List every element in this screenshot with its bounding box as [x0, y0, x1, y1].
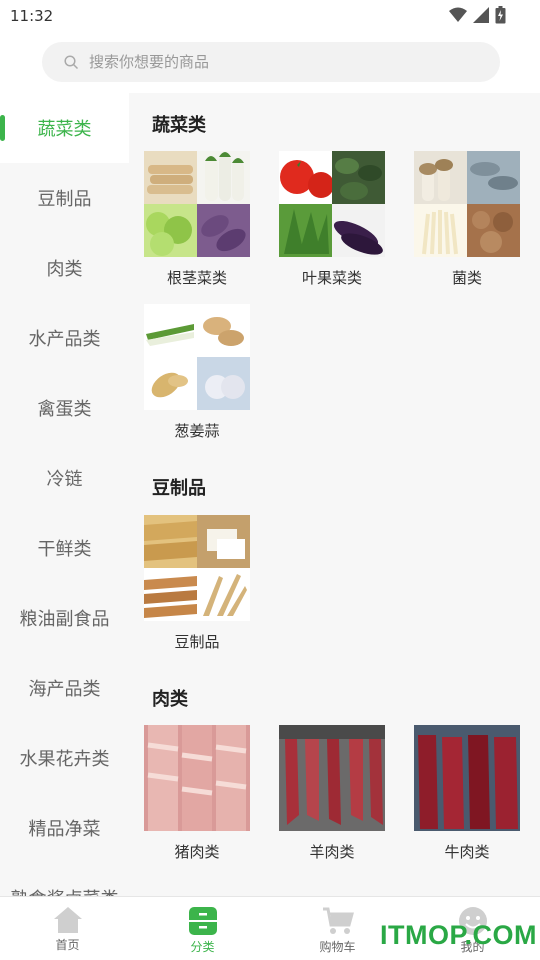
category-label: 根茎菜类 — [166, 269, 227, 287]
sidebar-item-label: 冷链 — [46, 469, 83, 490]
category-thumbnail — [279, 151, 385, 257]
cart-icon — [322, 907, 354, 934]
sidebar-item-poultry-eggs[interactable]: 禽蛋类 — [0, 373, 129, 443]
sidebar-item-label: 干鲜类 — [37, 539, 92, 560]
category-label: 菌类 — [451, 269, 482, 287]
category-thumbnail — [144, 515, 250, 621]
status-bar: 11:32 — [0, 0, 540, 32]
sidebar-item-dried-goods[interactable]: 干鲜类 — [0, 513, 129, 583]
sidebar-item-label: 水果花卉类 — [19, 749, 110, 770]
search-input[interactable] — [89, 53, 469, 71]
sidebar-item-cold-chain[interactable]: 冷链 — [0, 443, 129, 513]
category-icon — [188, 907, 217, 935]
category-thumbnail — [414, 151, 520, 257]
section-title-vegetables: 蔬菜类 — [152, 115, 206, 136]
category-thumbnail — [144, 725, 250, 831]
sidebar-item-fruit-flowers[interactable]: 水果花卉类 — [0, 723, 129, 793]
battery-icon — [495, 6, 506, 24]
watermark: ITMOP.COM — [380, 920, 538, 950]
sidebar-item-label: 豆制品 — [37, 189, 92, 210]
category-onion-ginger-garlic[interactable]: 葱姜蒜 — [144, 304, 250, 441]
category-sidebar[interactable]: 蔬菜类 豆制品 肉类 水产品类 禽蛋类 冷链 干鲜类 粮油副食品 海产品类 水果… — [0, 93, 129, 896]
wifi-icon — [449, 7, 467, 22]
section-title-meat: 肉类 — [152, 689, 188, 710]
category-soy-products[interactable]: 豆制品 — [144, 515, 250, 652]
sidebar-item-soy-products[interactable]: 豆制品 — [0, 163, 129, 233]
sidebar-item-premium-veg[interactable]: 精品净菜 — [0, 793, 129, 863]
category-thumbnail — [414, 725, 520, 831]
category-thumbnail — [144, 304, 250, 410]
nav-label: 分类 — [190, 940, 215, 954]
sidebar-item-label: 粮油副食品 — [19, 609, 110, 630]
category-mutton[interactable]: 羊肉类 — [279, 725, 385, 862]
sidebar-item-seafood[interactable]: 海产品类 — [0, 653, 129, 723]
status-icons — [449, 6, 506, 24]
search-bar[interactable] — [42, 42, 500, 82]
category-label: 牛肉类 — [444, 843, 490, 861]
sidebar-item-vegetables[interactable]: 蔬菜类 — [0, 93, 129, 163]
sidebar-item-meat[interactable]: 肉类 — [0, 233, 129, 303]
sidebar-item-label: 海产品类 — [28, 679, 101, 700]
nav-home[interactable]: 首页 — [0, 897, 135, 960]
category-label: 豆制品 — [174, 633, 220, 651]
sidebar-item-label: 蔬菜类 — [37, 119, 92, 140]
sidebar-item-label: 水产品类 — [28, 329, 101, 350]
sidebar-item-grain-oil[interactable]: 粮油副食品 — [0, 583, 129, 653]
nav-label: 首页 — [55, 938, 80, 952]
nav-label: 购物车 — [319, 940, 356, 954]
category-leaf-fruit-vegetables[interactable]: 叶果菜类 — [279, 151, 385, 288]
category-beef[interactable]: 牛肉类 — [414, 725, 520, 862]
nav-category[interactable]: 分类 — [135, 897, 270, 960]
category-mushrooms[interactable]: 菌类 — [414, 151, 520, 288]
status-time: 11:32 — [10, 7, 54, 25]
section-title-soy-products: 豆制品 — [152, 478, 206, 499]
category-content: 蔬菜类 根茎菜类 叶果菜类 菌类 葱姜蒜 豆制品 豆制品 肉类 猪肉类 羊肉类 … — [129, 93, 540, 896]
category-label: 羊肉类 — [309, 843, 355, 861]
category-label: 葱姜蒜 — [174, 422, 220, 440]
category-label: 叶果菜类 — [301, 269, 362, 287]
sidebar-item-label: 禽蛋类 — [37, 399, 92, 420]
category-thumbnail — [279, 725, 385, 831]
sidebar-item-aquatic[interactable]: 水产品类 — [0, 303, 129, 373]
signal-icon — [473, 7, 489, 23]
category-label: 猪肉类 — [174, 843, 220, 861]
category-thumbnail — [144, 151, 250, 257]
category-root-vegetables[interactable]: 根茎菜类 — [144, 151, 250, 288]
sidebar-item-deli[interactable]: 熟食酱卤菜类 — [0, 863, 129, 896]
category-pork[interactable]: 猪肉类 — [144, 725, 250, 862]
home-icon — [53, 907, 82, 933]
sidebar-item-label: 精品净菜 — [28, 819, 101, 840]
sidebar-item-label: 肉类 — [46, 259, 83, 280]
sidebar-item-label: 熟食酱卤菜类 — [11, 885, 119, 896]
search-icon — [64, 54, 79, 69]
